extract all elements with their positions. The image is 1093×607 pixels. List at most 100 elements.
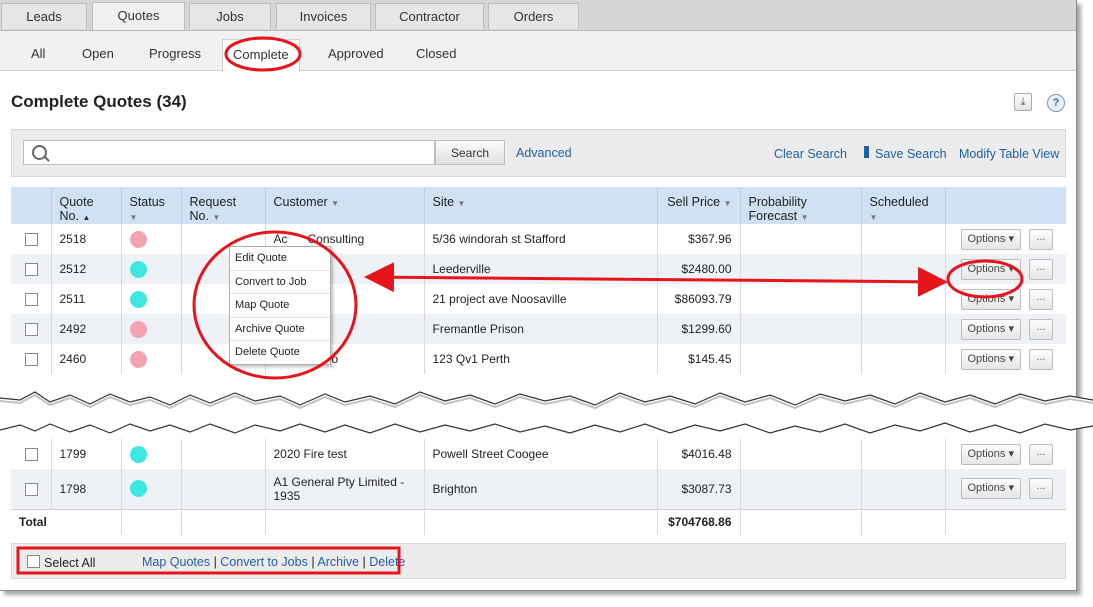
options-button[interactable]: Options ▾ — [960, 443, 1021, 465]
bookmark-icon — [864, 146, 869, 161]
menu-item-convert-to-job[interactable]: Convert to Job — [230, 271, 330, 295]
options-button[interactable]: Options ▾ — [960, 478, 1021, 500]
row-checkbox[interactable] — [25, 353, 38, 367]
search-button[interactable]: Search — [435, 140, 505, 165]
quote-number[interactable]: 1798 — [51, 469, 122, 509]
quote-number[interactable]: 2518 — [51, 224, 122, 254]
customer-cell: A1 General Pty Limited - 1935 — [265, 469, 425, 509]
site-cell: 5/36 windorah st Stafford — [424, 224, 658, 254]
subtab-complete[interactable]: Complete — [222, 39, 300, 72]
subtab-progress[interactable]: Progress — [149, 46, 201, 61]
header-scheduled[interactable]: Scheduled ▼ — [861, 187, 946, 224]
more-button[interactable]: ... — [1029, 258, 1053, 280]
site-cell: Fremantle Prison — [424, 314, 658, 344]
tab-jobs[interactable]: Jobs — [189, 3, 271, 29]
save-search-link[interactable]: Save Search — [875, 147, 947, 161]
header-customer[interactable]: Customer ▼ — [265, 187, 425, 224]
subtab-open[interactable]: Open — [82, 46, 114, 61]
table-row: 1799 2020 Fire test Powell Street Coogee… — [11, 439, 1066, 469]
total-row: Total $704768.86 — [11, 508, 1066, 535]
subtab-all[interactable]: All — [31, 46, 45, 61]
archive-link[interactable]: Archive — [317, 555, 359, 569]
options-button[interactable]: Options ▾ — [960, 258, 1021, 280]
convert-to-jobs-link[interactable]: Convert to Jobs — [220, 555, 308, 569]
row-checkbox[interactable] — [25, 293, 38, 307]
status-dot — [129, 320, 147, 338]
menu-item-archive-quote[interactable]: Archive Quote — [230, 318, 330, 342]
site-cell: Brighton — [424, 469, 658, 509]
search-icon — [32, 145, 47, 160]
price-cell: $86093.79 — [657, 284, 741, 314]
table-row: 2511 ustries 21 project ave Noosaville $… — [11, 284, 1066, 314]
quote-number[interactable]: 2460 — [51, 344, 122, 374]
app-frame: Leads Quotes Jobs Invoices Contractor Or… — [0, 0, 1077, 591]
tab-quotes[interactable]: Quotes — [92, 2, 185, 30]
subtab-closed[interactable]: Closed — [416, 46, 456, 61]
options-button[interactable]: Options ▾ — [960, 318, 1021, 340]
site-cell: 123 Qv1 Perth — [424, 344, 658, 374]
quote-number[interactable]: 2512 — [51, 254, 122, 284]
tab-invoices[interactable]: Invoices — [276, 3, 371, 29]
row-checkbox[interactable] — [25, 263, 38, 277]
context-menu: Edit Quote Convert to Job Map Quote Arch… — [229, 246, 331, 365]
clear-search-link[interactable]: Clear Search — [774, 147, 847, 161]
table-header-row: Quote No. ▲ Status ▼ Request No. ▼ Custome… — [11, 187, 1066, 224]
search-input[interactable] — [23, 140, 435, 165]
menu-item-map-quote[interactable]: Map Quote — [230, 294, 330, 318]
header-status[interactable]: Status ▼ — [121, 187, 182, 224]
tab-orders[interactable]: Orders — [488, 3, 579, 29]
options-button[interactable]: Options ▾ — [960, 348, 1021, 370]
modify-table-view-link[interactable]: Modify Table View — [959, 147, 1059, 161]
more-button[interactable]: ... — [1029, 443, 1053, 465]
quote-number[interactable]: 2492 — [51, 314, 122, 344]
total-label: Total — [11, 508, 122, 535]
header-request-no[interactable]: Request No. ▼ — [181, 187, 266, 224]
bulk-actions-bar: Select All Map Quotes | Convert to Jobs … — [11, 543, 1066, 579]
header-sell-price[interactable]: Sell Price ▼ — [657, 187, 741, 224]
top-tab-bar: Leads Quotes Jobs Invoices Contractor Or… — [0, 0, 1076, 31]
more-button[interactable]: ... — [1029, 478, 1053, 500]
more-button[interactable]: ... — [1029, 348, 1053, 370]
download-icon[interactable]: ⤓ — [1014, 93, 1032, 111]
advanced-search-link[interactable]: Advanced — [516, 146, 572, 160]
delete-link[interactable]: Delete — [369, 555, 405, 569]
select-all-label: Select All — [44, 556, 96, 570]
quote-number[interactable]: 1799 — [51, 439, 122, 469]
customer-cell: 2020 Fire test — [265, 439, 425, 469]
select-all-checkbox[interactable] — [27, 555, 40, 568]
more-button[interactable]: ... — [1029, 318, 1053, 340]
price-cell: $3087.73 — [657, 469, 741, 509]
quotes-table: Quote No. ▲ Status ▼ Request No. ▼ Custome… — [11, 187, 1066, 535]
row-checkbox[interactable] — [25, 448, 38, 462]
row-checkbox[interactable] — [25, 233, 38, 247]
quote-number[interactable]: 2511 — [51, 284, 122, 314]
price-cell: $2480.00 — [657, 254, 741, 284]
header-quote-no[interactable]: Quote No. ▲ — [51, 187, 122, 224]
tab-leads[interactable]: Leads — [1, 3, 87, 29]
status-dot — [129, 260, 147, 278]
table-row: 1798 A1 General Pty Limited - 1935 Brigh… — [11, 469, 1066, 509]
menu-item-delete-quote[interactable]: Delete Quote — [230, 341, 330, 364]
help-icon[interactable]: ? — [1047, 94, 1065, 112]
options-button[interactable]: Options ▾ — [960, 228, 1021, 250]
table-row: 2492 A Fremantle Prison $1299.60 Options… — [11, 314, 1066, 344]
site-cell: Leederville — [424, 254, 658, 284]
header-select — [11, 187, 52, 224]
header-actions — [945, 187, 1066, 224]
more-button[interactable]: ... — [1029, 228, 1053, 250]
menu-item-edit-quote[interactable]: Edit Quote — [230, 247, 330, 271]
price-cell: $4016.48 — [657, 439, 741, 469]
site-cell: Powell Street Coogee — [424, 439, 658, 469]
price-cell: $367.96 — [657, 224, 741, 254]
row-checkbox[interactable] — [25, 482, 38, 496]
map-quotes-link[interactable]: Map Quotes — [142, 555, 210, 569]
table-row: 2460 Hills and Co 123 Qv1 Perth $145.45 … — [11, 344, 1066, 374]
header-probability[interactable]: Probability Forecast ▼ — [740, 187, 862, 224]
tab-contractor[interactable]: Contractor — [375, 3, 484, 29]
row-checkbox[interactable] — [25, 323, 38, 337]
page-title: Complete Quotes (34) — [11, 92, 187, 111]
subtab-approved[interactable]: Approved — [328, 46, 384, 61]
header-site[interactable]: Site ▼ — [424, 187, 658, 224]
more-button[interactable]: ... — [1029, 288, 1053, 310]
options-button[interactable]: Options ▾ — [960, 288, 1021, 310]
